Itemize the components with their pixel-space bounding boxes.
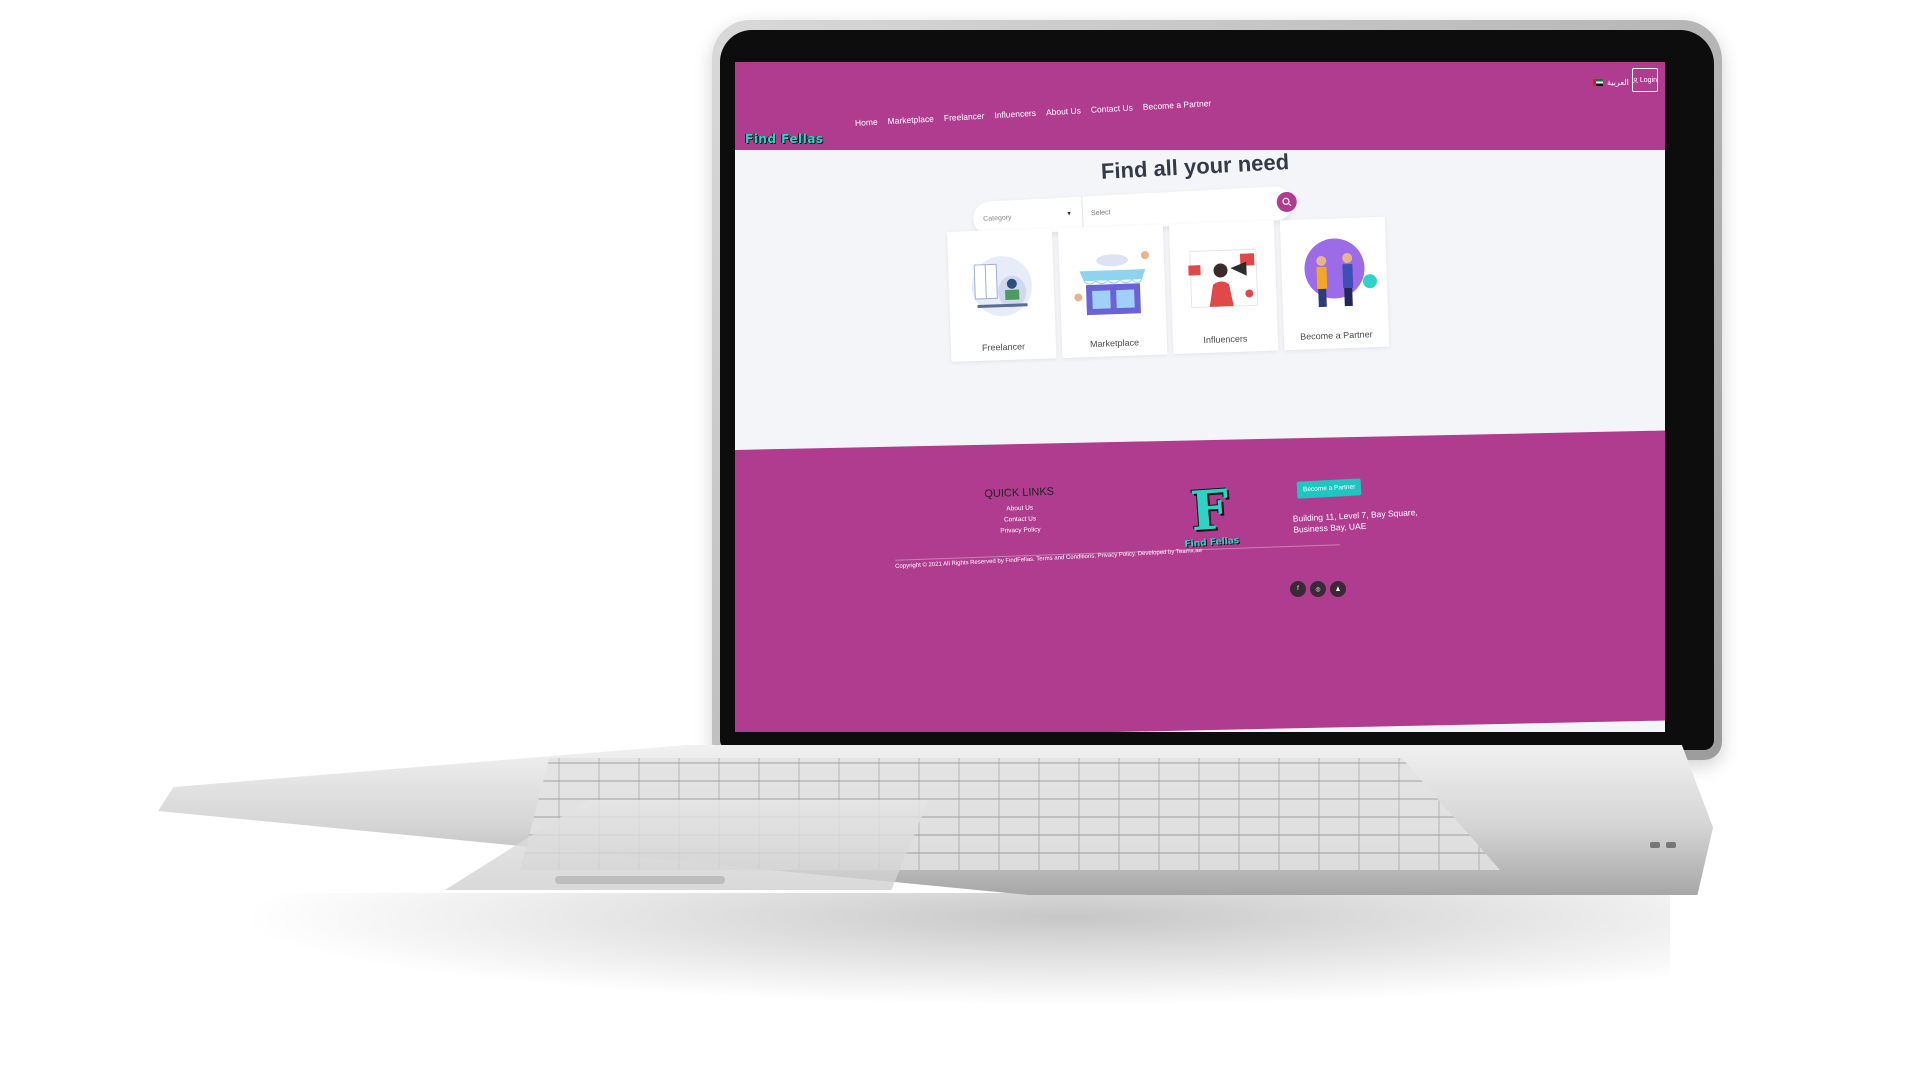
nav-become-partner[interactable]: Become a Partner <box>1143 98 1212 112</box>
card-influencers[interactable]: Influencers <box>1168 220 1279 355</box>
site-footer <box>735 430 1665 732</box>
category-label: Category <box>983 213 1012 223</box>
card-marketplace[interactable]: Marketplace <box>1057 224 1168 359</box>
nav-home[interactable]: Home <box>855 117 878 128</box>
usb-ports <box>1650 835 1690 848</box>
influencers-illustration-icon <box>1187 248 1258 309</box>
card-label: Influencers <box>1203 333 1248 346</box>
card-label: Become a Partner <box>1299 329 1373 342</box>
user-icon <box>1633 77 1638 83</box>
main-nav: Home Marketplace Freelancer Influencers … <box>855 98 1212 128</box>
partner-illustration-icon <box>1304 238 1377 308</box>
laptop-shadow <box>170 893 1670 1013</box>
freelancer-illustration-icon <box>971 256 1032 317</box>
quick-links-title: QUICK LINKS <box>984 485 1055 501</box>
nav-marketplace[interactable]: Marketplace <box>887 114 934 127</box>
language-switcher[interactable]: العربية <box>1593 78 1629 87</box>
nav-influencers[interactable]: Influencers <box>994 108 1036 120</box>
marketplace-illustration-icon <box>1073 251 1149 316</box>
language-label: العربية <box>1607 78 1629 87</box>
browser-screen: Find Fellas Home Marketplace Freelancer … <box>735 62 1665 732</box>
facebook-icon[interactable]: f <box>1290 581 1306 597</box>
social-links: f ◎ ♟ <box>1290 581 1346 597</box>
card-become-partner[interactable]: Become a Partner <box>1279 216 1390 351</box>
card-freelancer[interactable]: Freelancer <box>947 228 1057 362</box>
nav-contact-us[interactable]: Contact Us <box>1091 102 1134 114</box>
category-cards: Freelancer Marketplace Influencers Becom… <box>947 216 1390 362</box>
search-icon <box>1282 197 1292 207</box>
card-label: Marketplace <box>1089 337 1140 350</box>
quick-links: QUICK LINKS About Us Contact Us Privacy … <box>984 486 1055 537</box>
become-partner-button[interactable]: Become a Partner <box>1296 478 1362 499</box>
snapchat-icon[interactable]: ♟ <box>1330 581 1346 597</box>
site-header: Find Fellas Home Marketplace Freelancer … <box>735 62 1665 150</box>
footer-logo[interactable]: F Find Fellas <box>1178 476 1242 550</box>
login-label: Login <box>1639 76 1657 84</box>
site-logo[interactable]: Find Fellas <box>745 132 823 146</box>
search-button[interactable] <box>1276 191 1298 213</box>
nav-about-us[interactable]: About Us <box>1046 105 1081 117</box>
hero-title: Find all your need <box>1100 149 1290 184</box>
nav-freelancer[interactable]: Freelancer <box>944 111 985 123</box>
instagram-icon[interactable]: ◎ <box>1310 581 1326 597</box>
laptop-notch <box>555 876 725 884</box>
caret-down-icon: ▼ <box>1065 211 1073 218</box>
login-button[interactable]: Login <box>1632 68 1658 92</box>
footer-logo-mark: F <box>1188 476 1232 544</box>
uae-flag-icon <box>1593 79 1603 86</box>
card-label: Freelancer <box>981 341 1026 353</box>
